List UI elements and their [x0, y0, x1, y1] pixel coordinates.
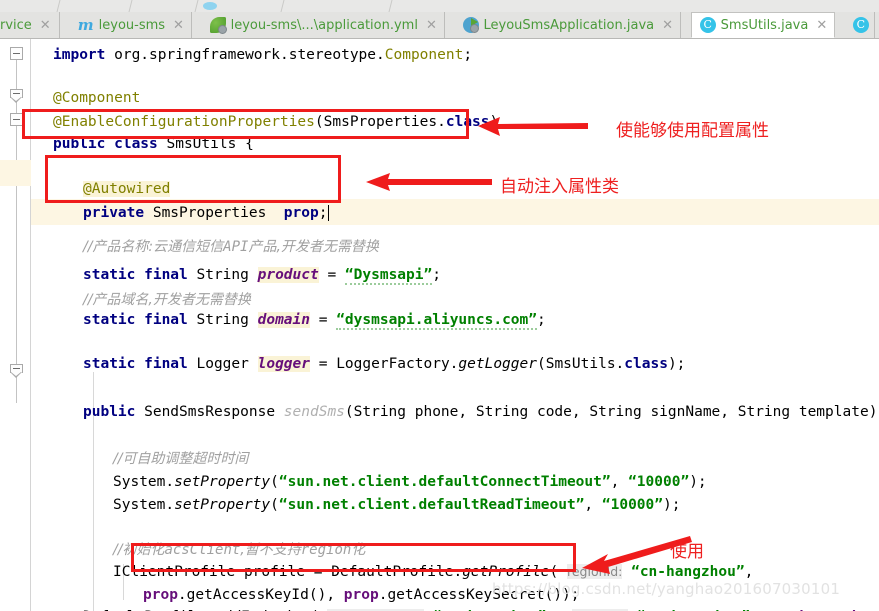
fold-marker-component[interactable]	[10, 89, 23, 103]
tab-label: leyou-sms\...\application.yml	[230, 17, 418, 33]
fold-marker-method[interactable]	[10, 364, 23, 378]
tab-sms-utils[interactable]: C SmsUtils.java ✕	[690, 12, 836, 38]
tab-edge	[128, 0, 133, 12]
fold-dash	[13, 368, 20, 369]
code-line-access-keys[interactable]: prop.getAccessKeyId(), prop.getAccessKey…	[143, 586, 580, 604]
tab-application-yml[interactable]: leyou-sms\...\application.yml ✕	[201, 12, 445, 38]
close-icon[interactable]: ✕	[40, 19, 51, 32]
fold-marker-import[interactable]	[10, 47, 23, 60]
code-line-domain-field[interactable]: static final String domain = “dysmsapi.a…	[83, 311, 546, 330]
fold-dash	[13, 93, 20, 94]
spring-leaf-icon	[209, 17, 227, 34]
code-line-class-decl[interactable]: public class SmsUtils {	[53, 135, 254, 153]
code-line-logger-field[interactable]: static final Logger logger = LoggerFacto…	[83, 355, 685, 373]
tab-icon-partial	[203, 2, 217, 10]
editor-gutter[interactable]	[0, 39, 31, 611]
code-line-comment-timeout[interactable]: //可自助调整超时时间	[113, 450, 248, 468]
code-line-comment-domain[interactable]: //产品域名,开发者无需替换	[83, 291, 251, 309]
maven-icon: m	[77, 16, 94, 34]
tab-edge	[56, 0, 61, 12]
close-icon[interactable]: ✕	[816, 19, 827, 32]
code-line-prop-field[interactable]: private SmsProperties prop;	[83, 204, 339, 222]
tab-label: SmsUtils.java	[720, 17, 809, 33]
code-line-connect-timeout[interactable]: System.setProperty(“sun.net.client.defau…	[113, 473, 707, 491]
java-class-icon: C	[699, 17, 716, 33]
tab-edge	[388, 0, 393, 12]
code-line-read-timeout[interactable]: System.setProperty(“sun.net.client.defau…	[113, 496, 680, 514]
code-line-comment-product[interactable]: //产品名称:云通信短信API产品,开发者无需替换	[83, 238, 379, 256]
tab-label: rvice	[0, 17, 32, 33]
close-icon[interactable]: ✕	[426, 19, 437, 32]
annotation-label-autowired: 自动注入属性类	[500, 177, 619, 197]
caret-row-gutter-highlight	[0, 160, 31, 186]
code-line-sendsms-signature[interactable]: public SendSmsResponse sendSms(String ph…	[83, 403, 879, 421]
code-line-profile-getprofile[interactable]: IClientProfile profile = DefaultProfile.…	[113, 563, 753, 581]
code-line-autowired[interactable]: @Autowired	[83, 180, 171, 198]
fold-marker-class[interactable]	[10, 113, 23, 126]
editor-tab-bar[interactable]: rvice ✕ m leyou-sms ✕ leyou-sms\...\appl…	[0, 12, 879, 39]
tab-leyou-sms-application[interactable]: LeyouSmsApplication.java ✕	[454, 12, 682, 38]
code-line-product-field[interactable]: static final String product = “Dysmsapi”…	[83, 266, 441, 285]
fold-tip-inner	[11, 372, 21, 376]
tab-leyou-sms[interactable]: m leyou-sms ✕	[69, 12, 192, 38]
tab-label: LeyouSmsApplication.java	[483, 17, 655, 33]
code-line-component-annotation[interactable]: @Component	[53, 89, 140, 107]
fold-tip-inner	[11, 97, 21, 101]
code-line-comment-acsclient[interactable]: //初始化acsClient,暂不支持region化	[113, 541, 365, 559]
java-class-icon: C	[852, 17, 869, 33]
annotation-label-enable-config: 使能够使用配置属性	[616, 121, 769, 141]
tab-edge	[194, 0, 199, 12]
annotation-label-prop-usage: 使用	[670, 542, 704, 562]
tab-partial-next[interactable]: C	[844, 12, 875, 38]
spring-boot-app-icon	[462, 17, 479, 33]
close-icon[interactable]: ✕	[662, 19, 673, 32]
close-icon[interactable]: ✕	[173, 19, 184, 32]
tab-edge	[280, 0, 285, 12]
code-line-enable-config-properties[interactable]: @EnableConfigurationProperties(SmsProper…	[53, 113, 498, 131]
tab-label: leyou-sms	[98, 17, 166, 33]
code-line-import[interactable]: import org.springframework.stereotype.Co…	[53, 46, 472, 64]
tab-rvice[interactable]: rvice ✕	[0, 12, 60, 38]
